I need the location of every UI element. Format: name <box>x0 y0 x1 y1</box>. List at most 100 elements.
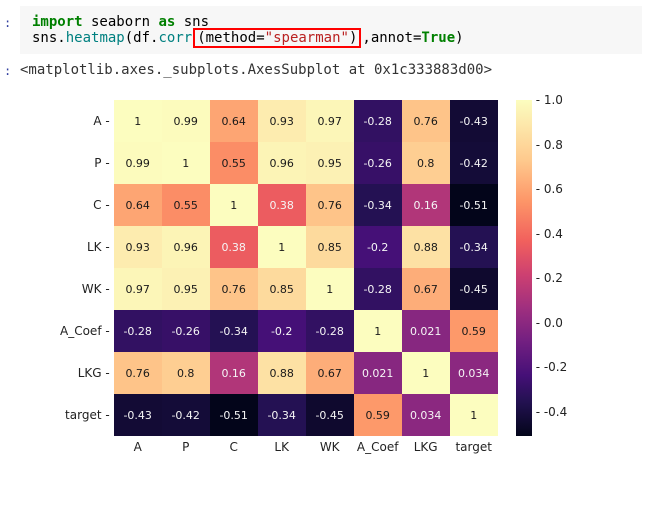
colorbar-tick-label: - 1.0 <box>536 93 563 107</box>
code-text: ) <box>349 30 357 46</box>
code-text: seaborn <box>83 14 159 30</box>
kw-import: import <box>32 14 83 30</box>
heatmap-cell: 1 <box>258 226 306 268</box>
heatmap-cell: 1 <box>306 268 354 310</box>
code-text: ) <box>455 30 463 46</box>
kw-as: as <box>158 14 175 30</box>
y-axis-labels: A -P -C -LK -WK -A_Coef -LKG -target - <box>60 100 114 436</box>
y-tick-label: LK - <box>60 226 110 268</box>
heatmap-cell: -0.26 <box>162 310 210 352</box>
y-tick-label: C - <box>60 184 110 226</box>
heatmap-cell: 0.96 <box>162 226 210 268</box>
heatmap-cell: 0.64 <box>210 100 258 142</box>
heatmap-cell: 0.55 <box>210 142 258 184</box>
x-tick-label: WK <box>306 440 354 454</box>
heatmap-cell: -0.28 <box>354 268 402 310</box>
colorbar-tick-label: - 0.6 <box>536 182 563 196</box>
y-tick-label: A - <box>60 100 110 142</box>
code-cell[interactable]: import seaborn as sns sns.heatmap(df.cor… <box>20 6 642 54</box>
colorbar-tick-label: - -0.4 <box>536 405 568 419</box>
heatmap-cell: -0.28 <box>306 310 354 352</box>
y-tick-label: WK - <box>60 268 110 310</box>
colorbar-tick-label: - 0.0 <box>536 316 563 330</box>
heatmap-cell: 1 <box>114 100 162 142</box>
heatmap-cell: 0.67 <box>402 268 450 310</box>
fn-corr: corr <box>158 30 192 46</box>
x-tick-label: P <box>162 440 210 454</box>
heatmap-cell: 0.95 <box>162 268 210 310</box>
heatmap-cell: -0.43 <box>450 100 498 142</box>
colorbar-ticks: - -0.4- -0.2- 0.0- 0.2- 0.4- 0.6- 0.8- 1… <box>532 100 578 436</box>
heatmap-cell: -0.28 <box>114 310 162 352</box>
colorbar-tick-label: - 0.4 <box>536 227 563 241</box>
x-tick-label: A_Coef <box>354 440 402 454</box>
colorbar-tick-label: - 0.2 <box>536 271 563 285</box>
heatmap-chart: A -P -C -LK -WK -A_Coef -LKG -target - 1… <box>60 100 620 454</box>
heatmap-cell: 0.99 <box>162 100 210 142</box>
heatmap-cell: 0.8 <box>402 142 450 184</box>
str-spearman: "spearman" <box>265 30 349 46</box>
heatmap-cell: -0.34 <box>210 310 258 352</box>
heatmap-cell: -0.28 <box>354 100 402 142</box>
heatmap-cell: 0.034 <box>450 352 498 394</box>
heatmap-cell: -0.43 <box>114 394 162 436</box>
heatmap-cell: 0.38 <box>258 184 306 226</box>
heatmap-cell: 0.16 <box>210 352 258 394</box>
colorbar: - -0.4- -0.2- 0.0- 0.2- 0.4- 0.6- 0.8- 1… <box>516 100 578 436</box>
heatmap-cell: 0.38 <box>210 226 258 268</box>
heatmap-cell: -0.2 <box>258 310 306 352</box>
heatmap-cell: 0.88 <box>402 226 450 268</box>
heatmap-cell: -0.26 <box>354 142 402 184</box>
colorbar-gradient <box>516 100 532 436</box>
fn-heatmap: heatmap <box>66 30 125 46</box>
heatmap-cell: 0.021 <box>402 310 450 352</box>
heatmap-cell: 0.59 <box>450 310 498 352</box>
output-text: <matplotlib.axes._subplots.AxesSubplot a… <box>0 58 652 90</box>
y-tick-label: target - <box>60 394 110 436</box>
heatmap-cell: 0.64 <box>114 184 162 226</box>
heatmap-cell: 1 <box>210 184 258 226</box>
heatmap-cell: 0.76 <box>306 184 354 226</box>
y-tick-label: LKG - <box>60 352 110 394</box>
colorbar-tick-label: - 0.8 <box>536 138 563 152</box>
heatmap-cell: -0.34 <box>450 226 498 268</box>
heatmap-cell: 1 <box>162 142 210 184</box>
heatmap-cell: -0.51 <box>450 184 498 226</box>
code-text: = <box>256 30 264 46</box>
heatmap-cell: 0.021 <box>354 352 402 394</box>
heatmap-cell: -0.51 <box>210 394 258 436</box>
heatmap-cell: 0.85 <box>306 226 354 268</box>
heatmap-cell: -0.45 <box>306 394 354 436</box>
heatmap-cell: -0.45 <box>450 268 498 310</box>
heatmap-cell: 1 <box>450 394 498 436</box>
heatmap-cell: 0.55 <box>162 184 210 226</box>
heatmap-cell: 0.8 <box>162 352 210 394</box>
x-tick-label: target <box>450 440 498 454</box>
heatmap-cell: 0.16 <box>402 184 450 226</box>
heatmap-cell: 0.67 <box>306 352 354 394</box>
colorbar-tick-label: - -0.2 <box>536 360 568 374</box>
code-text: . <box>57 30 65 46</box>
heatmap-cell: 0.034 <box>402 394 450 436</box>
code-text: (df <box>125 30 150 46</box>
heatmap-grid: 10.990.640.930.97-0.280.76-0.430.9910.55… <box>114 100 498 436</box>
code-text: , <box>362 30 370 46</box>
heatmap-cell: 0.95 <box>306 142 354 184</box>
heatmap-cell: 1 <box>402 352 450 394</box>
y-tick-label: A_Coef - <box>60 310 110 352</box>
x-tick-label: A <box>114 440 162 454</box>
heatmap-cell: -0.34 <box>258 394 306 436</box>
heatmap-cell: 0.97 <box>114 268 162 310</box>
heatmap-cell: 0.88 <box>258 352 306 394</box>
heatmap-cell: 0.93 <box>258 100 306 142</box>
heatmap-cell: 0.59 <box>354 394 402 436</box>
heatmap-cell: 0.76 <box>402 100 450 142</box>
code-text: (method <box>197 30 256 46</box>
heatmap-cell: 0.85 <box>258 268 306 310</box>
x-tick-label: LKG <box>402 440 450 454</box>
x-tick-label: LK <box>258 440 306 454</box>
heatmap-cell: 0.93 <box>114 226 162 268</box>
heatmap-cell: 0.96 <box>258 142 306 184</box>
heatmap-cell: 1 <box>354 310 402 352</box>
code-text: annot <box>371 30 413 46</box>
